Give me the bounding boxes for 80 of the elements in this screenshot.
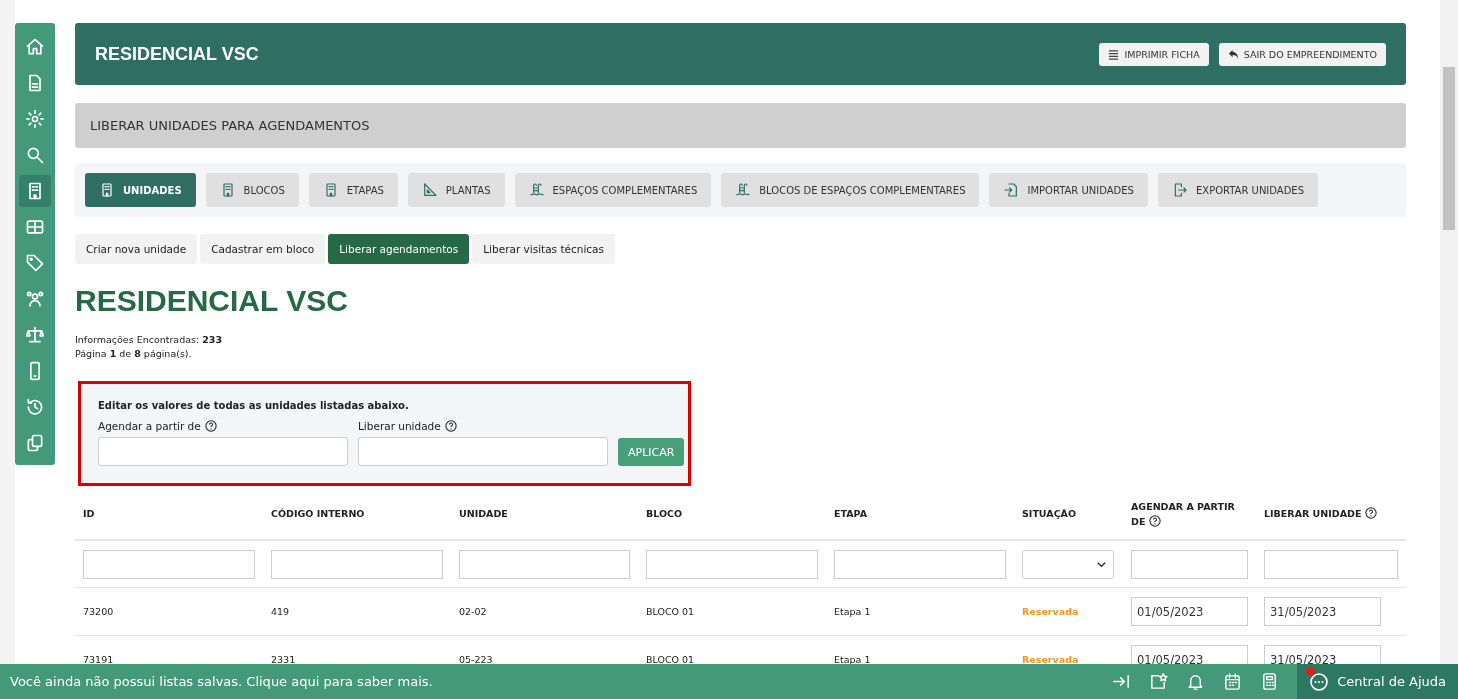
column-header: ETAPA xyxy=(834,508,868,519)
column-header: ID xyxy=(83,508,95,519)
building-icon xyxy=(99,182,115,198)
scrollbar[interactable] xyxy=(1440,0,1458,664)
tab[interactable]: ESPAÇOS COMPLEMENTARES xyxy=(514,173,712,207)
table-cell: 05-223 xyxy=(459,654,493,664)
status-text: Reservada xyxy=(1022,606,1079,617)
scale-icon xyxy=(25,325,45,345)
help-icon[interactable] xyxy=(1364,507,1377,519)
date-input-field[interactable]: 31/05/2023 xyxy=(1264,597,1381,626)
calendar-icon[interactable] xyxy=(1223,672,1243,691)
date-input-field[interactable]: 01/05/2023 xyxy=(1131,597,1248,626)
help-icon[interactable] xyxy=(204,420,217,432)
table-cell: 02-02 xyxy=(459,606,487,617)
info-text: Página 1 de 8 página(s). xyxy=(75,347,193,361)
collapse-icon[interactable] xyxy=(1112,672,1132,691)
column-header: BLOCO xyxy=(646,508,683,519)
column-header: CÓDIGO INTERNO xyxy=(271,508,365,519)
search-icon xyxy=(25,145,45,165)
date-input-field[interactable] xyxy=(98,437,348,466)
copy-icon xyxy=(25,433,45,453)
project-title: RESIDENCIAL VSC xyxy=(95,43,259,65)
tab[interactable]: IMPORTAR UNIDADES xyxy=(989,173,1148,207)
table-cell: BLOCO 01 xyxy=(646,606,695,617)
filter-input-field[interactable] xyxy=(459,549,630,579)
print-button[interactable]: IMPRIMIR FICHA xyxy=(1099,42,1209,66)
chat-icon xyxy=(1309,671,1330,692)
info-text: Informações Encontradas: 233 xyxy=(75,333,224,347)
filter-input-field[interactable] xyxy=(646,549,818,579)
field-label: Liberar unidade xyxy=(358,420,441,432)
page-title: RESIDENCIAL VSC xyxy=(75,284,349,318)
table-cell: 419 xyxy=(271,606,290,617)
filter-input-field[interactable] xyxy=(1264,549,1398,579)
building-nav-button[interactable] xyxy=(19,175,51,207)
pool-icon xyxy=(528,182,545,198)
help-icon[interactable] xyxy=(1148,514,1161,527)
section-title: LIBERAR UNIDADES PARA AGENDAMENTOS xyxy=(90,118,370,133)
tab[interactable]: EXPORTAR UNIDADES xyxy=(1157,173,1319,207)
subtab[interactable]: Liberar agendamentos xyxy=(328,234,470,264)
table-cell: Etapa 1 xyxy=(834,606,871,617)
tab[interactable]: BLOCOS xyxy=(205,173,299,207)
date-input-field[interactable]: 01/05/2023 xyxy=(1131,645,1248,664)
exit-button[interactable]: SAIR DO EMPREENDIMENTO xyxy=(1218,42,1386,66)
pool-icon xyxy=(735,182,752,198)
tab[interactable]: UNIDADES xyxy=(85,173,196,207)
status-text: Reservada xyxy=(1022,654,1079,664)
column-header: AGENDAR A PARTIR DE xyxy=(1131,500,1235,527)
help-center-button[interactable]: Central de Ajuda xyxy=(1297,664,1458,699)
tab[interactable]: ETAPAS xyxy=(308,173,398,207)
star-note-icon[interactable] xyxy=(1149,672,1169,691)
subtab[interactable]: Cadastrar em bloco xyxy=(200,234,326,264)
filter-input-field[interactable] xyxy=(83,549,255,579)
tag-icon xyxy=(25,253,45,273)
bulk-edit-title: Editar os valores de todas as unidades listadas abaixo. xyxy=(98,400,410,411)
menu-icon xyxy=(1108,48,1120,60)
date-input-field[interactable] xyxy=(358,437,608,466)
field-label: Agendar a partir de xyxy=(98,420,201,432)
reply-arrow-icon xyxy=(1227,48,1239,60)
history-icon xyxy=(25,397,45,417)
date-input-field[interactable]: 31/05/2023 xyxy=(1264,645,1381,664)
home-icon xyxy=(25,37,45,57)
table-cell: BLOCO 01 xyxy=(646,654,695,664)
tab[interactable]: BLOCOS DE ESPAÇOS COMPLEMENTARES xyxy=(721,173,980,207)
column-header: LIBERAR UNIDADE xyxy=(1264,508,1377,519)
table-icon xyxy=(25,217,45,237)
subtab[interactable]: Liberar visitas técnicas xyxy=(472,234,615,264)
filter-input-field[interactable] xyxy=(271,549,443,579)
filter-input-field[interactable] xyxy=(834,549,1006,579)
ruler-icon xyxy=(421,182,438,198)
table-cell: 73191 xyxy=(83,654,114,664)
tab[interactable]: PLANTAS xyxy=(407,173,505,207)
column-header: SITUAÇÃO xyxy=(1022,508,1077,519)
table-cell: 2331 xyxy=(271,654,296,664)
help-icon[interactable] xyxy=(444,420,457,432)
filter-input-field[interactable] xyxy=(1131,549,1248,579)
column-header: UNIDADE xyxy=(459,508,508,519)
table-cell: 73200 xyxy=(83,606,114,617)
people-icon xyxy=(25,289,45,309)
subtab[interactable]: Criar nova unidade xyxy=(75,234,198,264)
import-icon xyxy=(1003,182,1020,198)
